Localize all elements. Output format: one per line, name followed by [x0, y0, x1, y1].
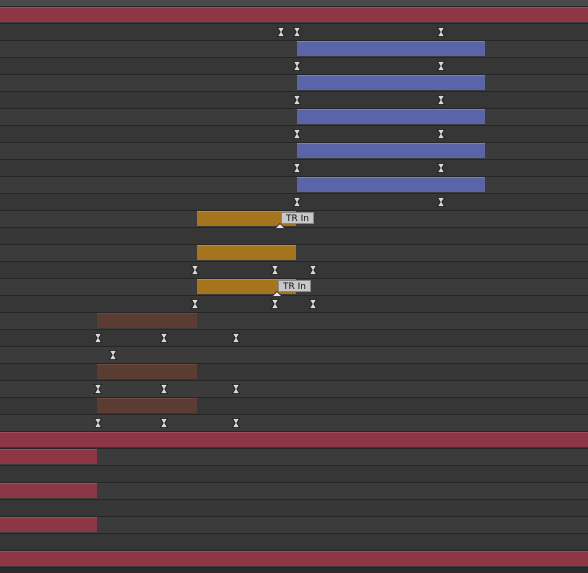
timeline-row — [0, 109, 588, 126]
timeline-row — [0, 551, 588, 568]
keyframe-icon[interactable] — [437, 129, 445, 139]
layer-bar-brown[interactable] — [97, 364, 197, 379]
timeline-row — [0, 432, 588, 449]
timeline-row — [0, 177, 588, 194]
layer-bar-red[interactable] — [0, 483, 97, 498]
timeline-row — [0, 296, 588, 313]
keyframe-icon[interactable] — [293, 163, 301, 173]
keyframe-icon[interactable] — [160, 333, 168, 343]
timeline-row — [0, 194, 588, 211]
timeline-row — [0, 330, 588, 347]
keyframe-icon[interactable] — [437, 163, 445, 173]
marker-label[interactable]: TR In — [278, 280, 311, 292]
keyframe-icon[interactable] — [293, 61, 301, 71]
keyframe-icon[interactable] — [309, 299, 317, 309]
timeline-row — [0, 24, 588, 41]
timeline-row — [0, 517, 588, 534]
timeline-row — [0, 415, 588, 432]
layer-bar-red[interactable] — [0, 449, 97, 464]
keyframe-icon[interactable] — [309, 265, 317, 275]
keyframe-icon[interactable] — [191, 265, 199, 275]
layer-bar-blue[interactable] — [297, 75, 485, 90]
keyframe-icon[interactable] — [191, 299, 199, 309]
timeline-row — [0, 449, 588, 466]
keyframe-icon[interactable] — [94, 384, 102, 394]
timeline-row — [0, 245, 588, 262]
timeline-row — [0, 500, 588, 517]
timeline-panel: TR In TR In — [0, 0, 588, 573]
layer-bar-gold[interactable] — [197, 245, 296, 260]
timeline-row — [0, 347, 588, 364]
layer-bar-red[interactable] — [0, 432, 588, 447]
keyframe-icon[interactable] — [160, 418, 168, 428]
keyframe-icon[interactable] — [293, 197, 301, 207]
layer-bar-blue[interactable] — [297, 177, 485, 192]
layer-bar-blue[interactable] — [297, 143, 485, 158]
layer-bar-red[interactable] — [0, 551, 588, 566]
keyframe-icon[interactable] — [232, 384, 240, 394]
keyframe-icon[interactable] — [271, 265, 279, 275]
keyframe-icon[interactable] — [437, 61, 445, 71]
timeline-row — [0, 126, 588, 143]
timeline-row: TR In — [0, 279, 588, 300]
keyframe-icon[interactable] — [232, 333, 240, 343]
keyframe-icon[interactable] — [437, 95, 445, 105]
timeline-row — [0, 381, 588, 398]
timeline-row — [0, 313, 588, 330]
layer-bar-red[interactable] — [0, 517, 97, 532]
keyframe-icon[interactable] — [94, 418, 102, 428]
keyframe-icon[interactable] — [109, 350, 117, 360]
timeline-row — [0, 398, 588, 415]
keyframe-icon[interactable] — [293, 95, 301, 105]
timeline-row — [0, 92, 588, 109]
timeline-row — [0, 262, 588, 279]
timeline-row: TR In — [0, 211, 588, 232]
timeline-row — [0, 160, 588, 177]
timeline-row — [0, 7, 588, 24]
keyframe-icon[interactable] — [277, 27, 285, 37]
layer-bar-brown[interactable] — [97, 313, 197, 328]
timeline-row — [0, 534, 588, 551]
timeline-row — [0, 364, 588, 381]
layer-bar-blue[interactable] — [297, 109, 485, 124]
keyframe-icon[interactable] — [160, 384, 168, 394]
keyframe-icon[interactable] — [293, 129, 301, 139]
keyframe-icon[interactable] — [94, 333, 102, 343]
timeline-row — [0, 41, 588, 58]
timeline-row — [0, 483, 588, 500]
timeline-row — [0, 143, 588, 160]
keyframe-icon[interactable] — [437, 197, 445, 207]
layer-bar-red[interactable] — [0, 7, 588, 22]
timeline-row — [0, 228, 588, 245]
layer-bar-brown[interactable] — [97, 398, 197, 413]
keyframe-icon[interactable] — [232, 418, 240, 428]
layer-bar-blue[interactable] — [297, 41, 485, 56]
timeline-row — [0, 466, 588, 483]
timeline-row — [0, 58, 588, 75]
marker-label[interactable]: TR In — [281, 212, 314, 224]
keyframe-icon[interactable] — [437, 27, 445, 37]
timeline-header-strip — [0, 0, 588, 7]
timeline-row — [0, 75, 588, 92]
keyframe-icon[interactable] — [271, 299, 279, 309]
keyframe-icon[interactable] — [293, 27, 301, 37]
